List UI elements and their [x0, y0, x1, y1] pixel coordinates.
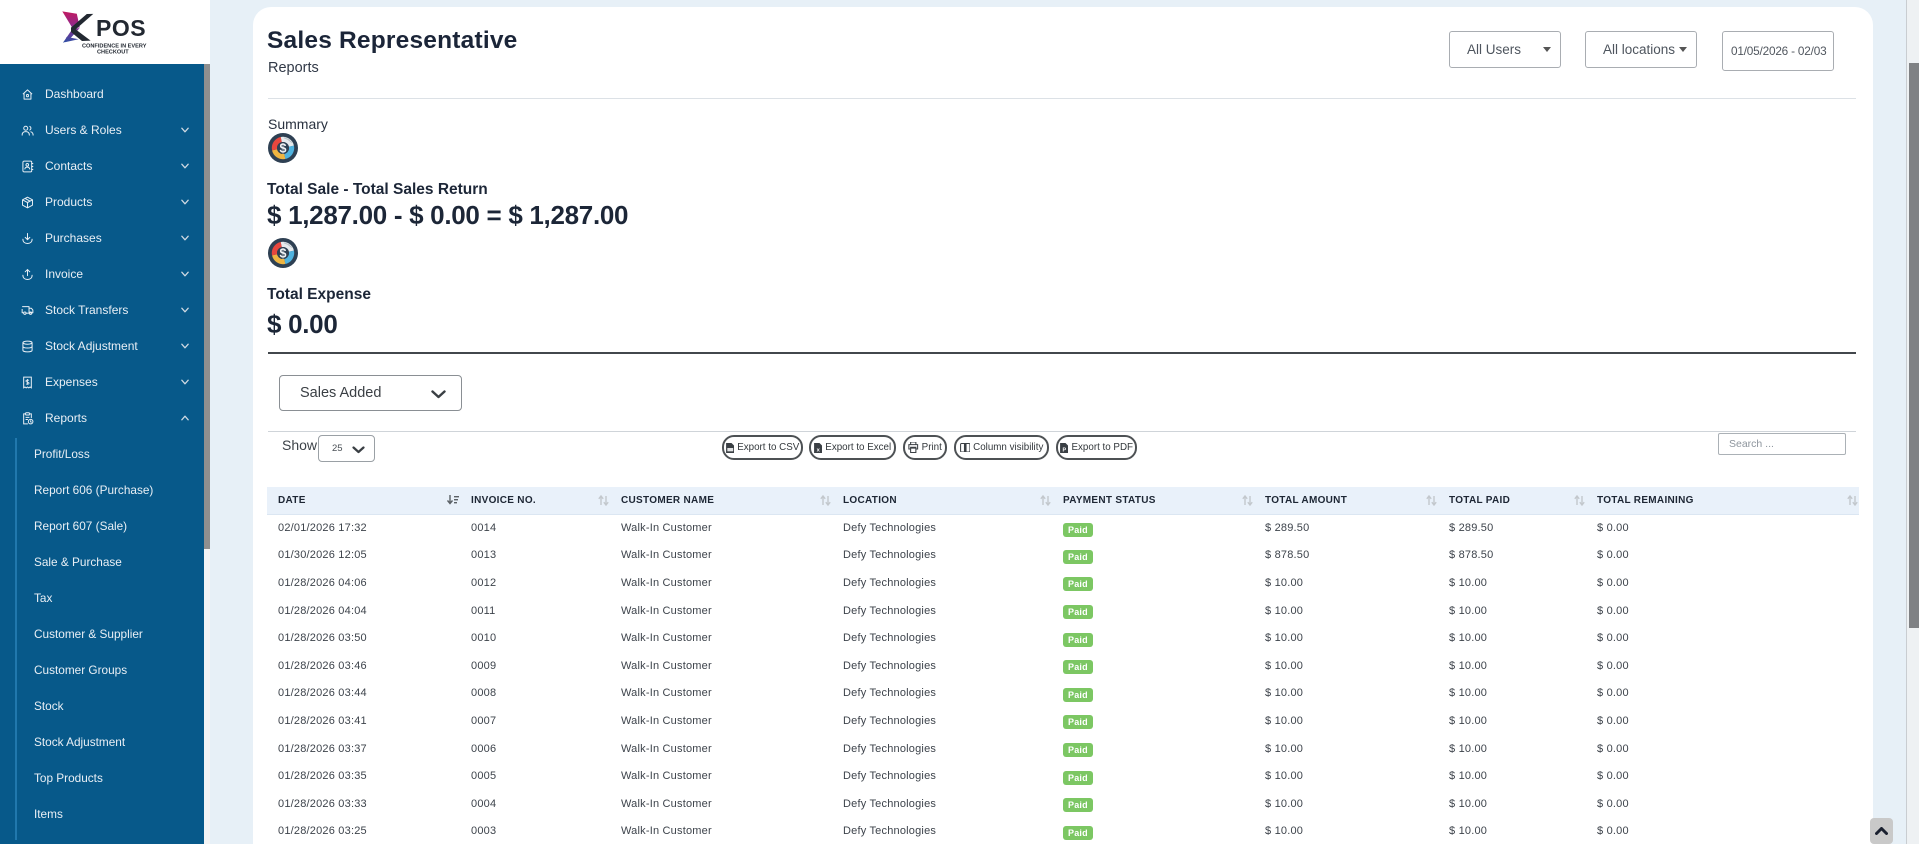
svg-text:POS: POS [96, 15, 146, 41]
svg-text:CHECKOUT: CHECKOUT [97, 50, 129, 56]
